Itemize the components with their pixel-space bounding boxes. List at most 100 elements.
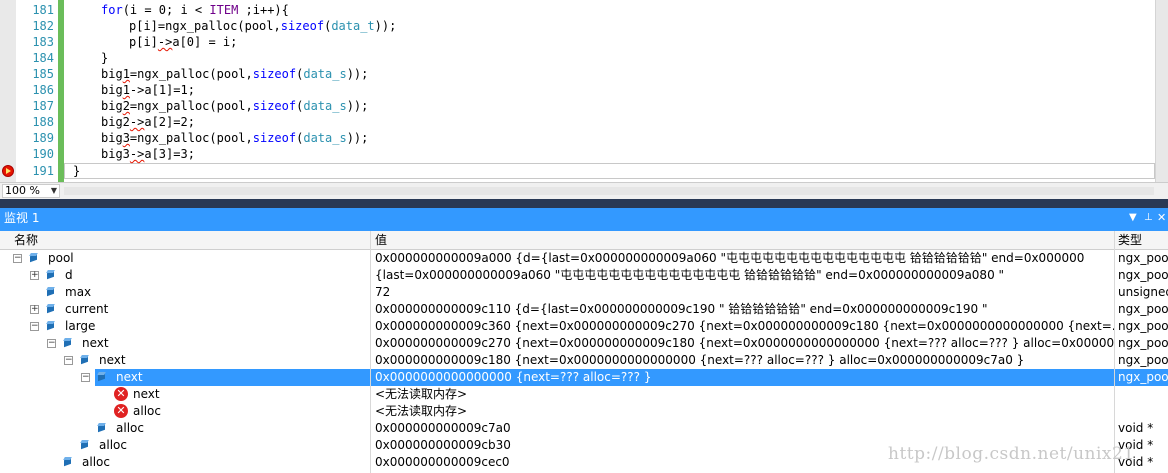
watch-row-current[interactable]: + current 0x000000000009c110 {d={last=0x… — [0, 301, 1168, 318]
watch-row-name: next — [99, 353, 126, 367]
code-text-area[interactable]: for(i = 0; i < ITEM ;i++){ p[i]=ngx_pall… — [70, 0, 1155, 182]
name-cell: − pool — [0, 250, 370, 267]
editor-vertical-scrollbar[interactable] — [1155, 0, 1168, 182]
watch-column-header: 名称 值 类型 — [0, 231, 1168, 250]
panel-splitter[interactable] — [0, 199, 1168, 208]
watch-row-name: next — [116, 370, 143, 384]
watch-row-name: pool — [48, 251, 74, 265]
watch-row-value[interactable]: 0x0000000000000000 {next=??? alloc=??? } — [371, 369, 1114, 386]
expand-toggle-icon[interactable]: + — [30, 271, 39, 280]
watch-row-alloc[interactable]: alloc 0x000000000009c7a0 void * — [0, 420, 1168, 437]
field-icon — [97, 423, 106, 432]
field-icon — [63, 457, 72, 466]
watch-row-max[interactable]: max 72 unsigned — [0, 284, 1168, 301]
watch-row-name: large — [65, 319, 96, 333]
pin-icon[interactable]: ⊥ — [1144, 208, 1153, 228]
close-icon[interactable]: ✕ — [1157, 208, 1166, 228]
watch-rows: − pool 0x000000000009a000 {d={last=0x000… — [0, 250, 1168, 473]
watch-row-value[interactable]: 0x000000000009c110 {d={last=0x0000000000… — [371, 301, 1114, 318]
name-cell: − next — [0, 335, 370, 352]
watch-row-name: next — [82, 336, 109, 350]
watch-row-name: alloc — [99, 438, 127, 452]
line-number: 188 — [32, 115, 54, 129]
line-number: 182 — [32, 19, 54, 33]
line-number: 181 — [32, 3, 54, 17]
watch-row-name: max — [65, 285, 92, 299]
field-icon — [46, 287, 55, 296]
line-number: 185 — [32, 67, 54, 81]
code-line: } — [101, 51, 109, 65]
object-icon — [29, 253, 38, 262]
watch-row-next[interactable]: − next 0x000000000009c270 {next=0x000000… — [0, 335, 1168, 352]
code-line: big2->a[2]=2; — [101, 115, 195, 129]
watch-row-type: unsigned — [1118, 285, 1168, 299]
breakpoint-gutter[interactable] — [0, 0, 16, 182]
watch-row-pool[interactable]: − pool 0x000000000009a000 {d={last=0x000… — [0, 250, 1168, 267]
watch-row-name: current — [65, 302, 109, 316]
editor-bottom-bar: 100 % ▼ — [0, 182, 1168, 200]
dropdown-arrow-icon[interactable]: ▼ — [1129, 208, 1137, 228]
breakpoint-current-statement-icon[interactable] — [2, 165, 14, 177]
object-icon — [46, 321, 55, 330]
watch-row-type: ngx_poo — [1118, 319, 1168, 333]
name-cell: ✕ next — [0, 386, 370, 403]
line-number: 191 — [32, 164, 54, 178]
code-line: for(i = 0; i < ITEM ;i++){ — [101, 3, 289, 17]
name-cell: − next — [0, 369, 370, 386]
collapse-toggle-icon[interactable]: − — [30, 322, 39, 331]
object-icon — [63, 338, 72, 347]
watch-row-value[interactable]: 0x000000000009c360 {next=0x000000000009c… — [371, 318, 1114, 335]
watch-row-type: ngx_poo — [1118, 268, 1168, 282]
expand-toggle-icon[interactable]: + — [30, 305, 39, 314]
watch-row-type — [1115, 386, 1168, 403]
code-line: } — [73, 164, 81, 178]
watch-row-next-selected[interactable]: − next 0x0000000000000000 {next=??? allo… — [0, 369, 1168, 386]
watch-panel-titlebar: 监视 1 ▼ ⊥ ✕ — [0, 208, 1168, 228]
watch-row-value[interactable]: <无法读取内存> — [371, 403, 1114, 420]
watch-row-value[interactable]: 0x000000000009c7a0 — [371, 420, 1114, 437]
code-line: big1=ngx_palloc(pool,sizeof(data_s)); — [101, 67, 369, 81]
watch-row-name: alloc — [82, 455, 110, 469]
object-icon — [97, 372, 106, 381]
column-header-name[interactable]: 名称 — [14, 231, 38, 249]
watch-row-large[interactable]: − large 0x000000000009c360 {next=0x00000… — [0, 318, 1168, 335]
name-cell: − large — [0, 318, 370, 335]
code-line: big3=ngx_palloc(pool,sizeof(data_s)); — [101, 131, 369, 145]
watch-row-value[interactable]: 0x000000000009c270 {next=0x000000000009c… — [371, 335, 1114, 352]
watch-row-next[interactable]: − next 0x000000000009c180 {next=0x000000… — [0, 352, 1168, 369]
collapse-toggle-icon[interactable]: − — [13, 254, 22, 263]
column-header-value[interactable]: 值 — [375, 231, 387, 249]
line-number: 186 — [32, 83, 54, 97]
code-editor[interactable]: 181 182 183 184 185 186 187 188 189 190 … — [0, 0, 1168, 182]
watch-row-value[interactable]: <无法读取内存> — [371, 386, 1114, 403]
watch-row-value[interactable]: {last=0x000000000009a060 "屯屯屯屯屯屯屯屯屯屯屯屯屯屯… — [371, 267, 1114, 284]
watch-row-type: ngx_poo — [1118, 302, 1168, 316]
watch-row-d[interactable]: + d {last=0x000000000009a060 "屯屯屯屯屯屯屯屯屯屯… — [0, 267, 1168, 284]
zoom-level: 100 % — [5, 184, 40, 197]
watch-row-value[interactable]: 0x000000000009a000 {d={last=0x0000000000… — [371, 250, 1114, 267]
collapse-toggle-icon[interactable]: − — [81, 373, 90, 382]
name-cell: alloc — [0, 437, 370, 454]
change-tracking-bar — [58, 0, 64, 182]
watch-row-next-error[interactable]: ✕ next <无法读取内存> — [0, 386, 1168, 403]
name-cell: max — [0, 284, 370, 301]
watch-row-name: d — [65, 268, 73, 282]
line-number: 183 — [32, 35, 54, 49]
error-icon: ✕ — [114, 404, 128, 418]
panel-title: 监视 1 — [4, 211, 40, 225]
collapse-toggle-icon[interactable]: − — [47, 339, 56, 348]
column-header-type[interactable]: 类型 — [1118, 231, 1142, 249]
zoom-dropdown[interactable]: 100 % ▼ — [2, 184, 60, 198]
collapse-toggle-icon[interactable]: − — [64, 356, 73, 365]
editor-horizontal-scrollbar[interactable] — [64, 187, 1154, 195]
watch-row-value[interactable]: 0x000000000009c180 {next=0x0000000000000… — [371, 352, 1114, 369]
line-number: 190 — [32, 147, 54, 161]
watch-row-type — [1115, 403, 1168, 420]
line-number: 189 — [32, 131, 54, 145]
line-numbers: 181 182 183 184 185 186 187 188 189 190 … — [16, 0, 54, 182]
watch-row-alloc-error[interactable]: ✕ alloc <无法读取内存> — [0, 403, 1168, 420]
watch-row-value[interactable]: 72 — [371, 284, 1114, 301]
code-line: big2=ngx_palloc(pool,sizeof(data_s)); — [101, 99, 369, 113]
line-number: 187 — [32, 99, 54, 113]
watch-row-type: ngx_poo — [1115, 369, 1168, 386]
